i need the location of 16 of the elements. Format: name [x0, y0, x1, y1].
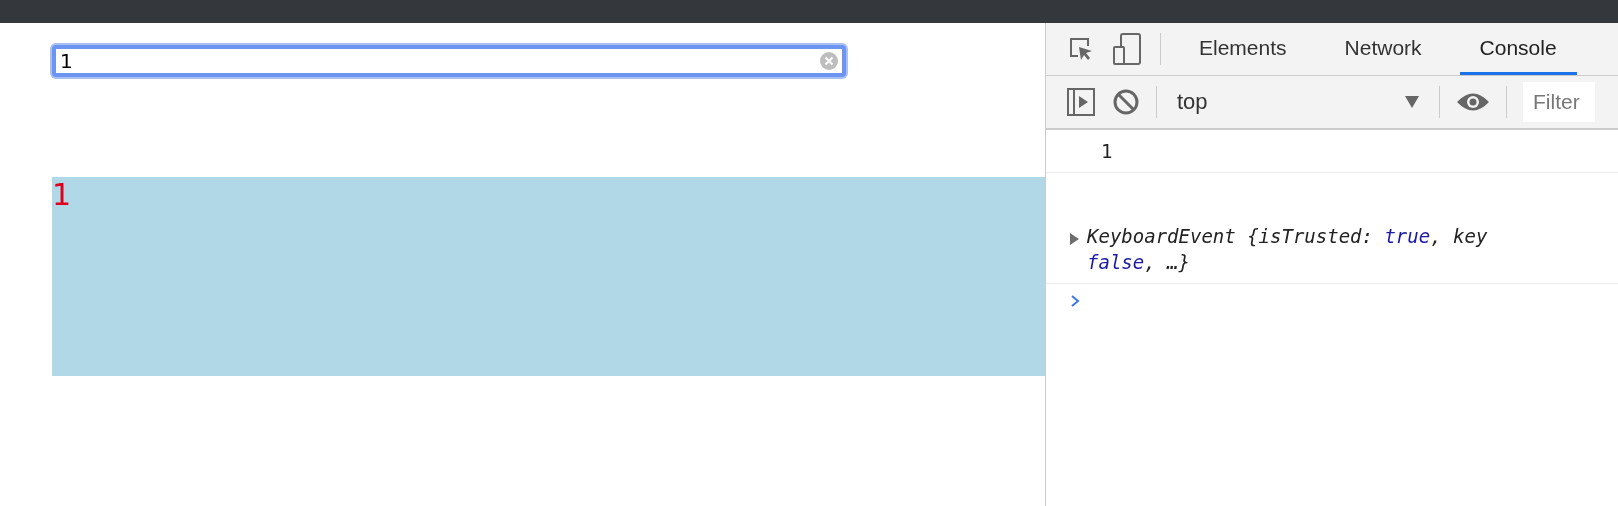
clear-console-icon[interactable] [1112, 88, 1140, 116]
context-dropdown[interactable]: top [1173, 89, 1423, 115]
console-message: KeyboardEvent {isTrusted: true, key false, …} [1046, 173, 1618, 284]
output-text: 1 [52, 177, 72, 212]
filter-field[interactable]: Filter [1523, 82, 1595, 122]
devtools-tab[interactable]: Elements [1179, 23, 1307, 75]
dropdown-arrow-icon [1405, 96, 1419, 108]
search-field[interactable]: 1 [52, 45, 846, 77]
sidebar-toggle-icon[interactable] [1066, 87, 1096, 117]
device-icon[interactable] [1112, 33, 1142, 65]
console-message: 1 [1046, 130, 1618, 173]
prompt-icon[interactable] [1070, 294, 1080, 308]
expand-arrow-icon[interactable] [1070, 233, 1079, 245]
inspect-cursor-icon[interactable] [1068, 36, 1094, 62]
devtools-tab[interactable]: Network [1324, 23, 1442, 75]
eye-icon[interactable] [1456, 91, 1490, 113]
